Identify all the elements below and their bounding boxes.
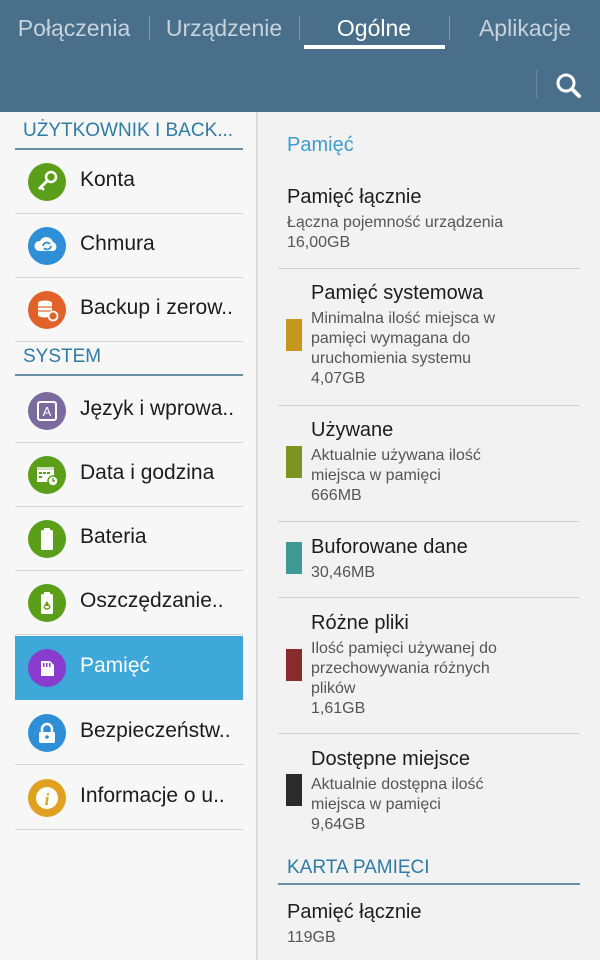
card-total-row: Pamięć łącznie 119GB	[287, 901, 587, 948]
sidebar-item-backup[interactable]: Backup i zerow..	[15, 278, 243, 342]
sidebar-item-label: Bezpieczeństw..	[80, 719, 231, 742]
misc-files-description-line: plików	[311, 680, 356, 697]
misc-files-description-line: Ilość pamięci używanej do	[311, 640, 497, 657]
sidebar-item-cloud[interactable]: Chmura	[15, 214, 243, 278]
storage-total-row: Pamięć łącznie Łączna pojemność urządzen…	[287, 186, 587, 253]
storage-total-value: 16,00GB	[287, 234, 351, 251]
top-bar: Połączenia Urządzenie Ogólne Aplikacje	[0, 0, 600, 112]
tab-bar: Połączenia Urządzenie Ogólne Aplikacje	[0, 0, 600, 56]
search-button[interactable]	[544, 66, 592, 104]
sidebar-item-power-saving[interactable]: Oszczędzanie..	[15, 571, 243, 635]
system-memory-description-line: Minimalna ilość miejsca w	[311, 310, 496, 327]
search-divider	[536, 70, 537, 98]
available-space-heading: Dostępne miejsce	[311, 748, 470, 770]
sidebar-item-label: Informacje o u..	[80, 784, 225, 807]
row-divider	[278, 521, 579, 522]
battery-icon	[28, 520, 66, 558]
system-memory-value: 4,07GB	[311, 370, 366, 387]
available-space-description-line: Aktualnie dostępna ilość	[311, 776, 484, 793]
sidebar-item-label: Backup i zerow..	[80, 296, 233, 319]
language-icon: A	[28, 392, 66, 430]
misc-files-description-line: przechowywania różnych	[311, 660, 490, 677]
used-color-swatch	[286, 446, 302, 478]
system-memory-description-line: pamięci wymagana do	[311, 330, 471, 347]
tab-device[interactable]: Urządzenie	[150, 0, 298, 56]
search-icon	[556, 73, 581, 98]
used-description-line: Aktualnie używana ilość	[311, 447, 481, 464]
available-space-color-swatch	[286, 774, 302, 806]
used-value: 666MB	[311, 487, 362, 504]
sidebar-item-about[interactable]: i Informacje o u..	[15, 766, 243, 830]
sidebar-item-storage[interactable]: Pamięć	[15, 636, 243, 700]
misc-files-heading: Różne pliki	[311, 612, 409, 634]
backup-icon	[28, 291, 66, 329]
section-title: SYSTEM	[23, 346, 102, 367]
row-divider	[278, 597, 579, 598]
power-saving-icon	[28, 584, 66, 622]
section-title: KARTA PAMIĘCI	[287, 857, 430, 878]
tab-connections[interactable]: Połączenia	[0, 0, 148, 56]
storage-panel: Pamięć Pamięć łącznie Łączna pojemność u…	[258, 112, 600, 960]
section-header-user-backup: UŻYTKOWNIK I BACK...	[15, 116, 243, 150]
sd-card-icon	[28, 649, 66, 687]
sidebar-item-date-time[interactable]: Data i godzina	[15, 443, 243, 507]
row-divider	[278, 405, 579, 406]
section-title: UŻYTKOWNIK I BACK...	[23, 120, 234, 141]
sidebar: UŻYTKOWNIK I BACK... Konta Chmura Backup…	[0, 112, 256, 960]
misc-files-value: 1,61GB	[311, 700, 366, 717]
row-divider	[278, 733, 579, 734]
misc-files-color-swatch	[286, 649, 302, 681]
row-divider	[278, 268, 579, 269]
used-row[interactable]: Używane Aktualnie używana ilość miejsca …	[311, 419, 600, 506]
available-space-row[interactable]: Dostępne miejsce Aktualnie dostępna iloś…	[311, 748, 600, 835]
info-icon: i	[28, 779, 66, 817]
used-heading: Używane	[311, 419, 394, 441]
sidebar-item-label: Chmura	[80, 232, 155, 255]
system-memory-row[interactable]: Pamięć systemowa Minimalna ilość miejsca…	[311, 282, 600, 389]
calendar-clock-icon	[28, 456, 66, 494]
sidebar-item-label: Język i wprowa..	[80, 397, 235, 420]
available-space-value: 9,64GB	[311, 816, 366, 833]
used-description-line: miejsca w pamięci	[311, 467, 441, 484]
svg-text:A: A	[43, 404, 52, 419]
svg-text:i: i	[45, 790, 50, 809]
misc-files-row[interactable]: Różne pliki Ilość pamięci używanej do pr…	[311, 612, 600, 719]
section-header-memory-card: KARTA PAMIĘCI	[278, 855, 580, 885]
card-total-heading: Pamięć łącznie	[287, 901, 422, 923]
cloud-sync-icon	[28, 227, 66, 265]
sidebar-item-label: Konta	[80, 168, 135, 191]
sidebar-item-language[interactable]: A Język i wprowa..	[15, 379, 243, 443]
system-memory-heading: Pamięć systemowa	[311, 282, 484, 304]
tab-applications[interactable]: Aplikacje	[450, 0, 600, 56]
active-tab-indicator	[304, 45, 445, 49]
sidebar-item-label: Oszczędzanie..	[80, 589, 224, 612]
storage-total-heading: Pamięć łącznie	[287, 186, 422, 208]
section-header-system: SYSTEM	[15, 342, 243, 376]
cached-data-row[interactable]: Buforowane dane 30,46MB	[311, 536, 600, 583]
sidebar-item-label: Data i godzina	[80, 461, 215, 484]
sidebar-item-accounts[interactable]: Konta	[15, 150, 243, 214]
system-memory-color-swatch	[286, 319, 302, 351]
sidebar-item-label: Pamięć	[80, 654, 151, 677]
available-space-description-line: miejsca w pamięci	[311, 796, 441, 813]
lock-icon	[28, 714, 66, 752]
system-memory-description-line: uruchomienia systemu	[311, 350, 472, 367]
page-title: Pamięć	[287, 134, 354, 156]
sidebar-item-battery[interactable]: Bateria	[15, 507, 243, 571]
storage-total-description: Łączna pojemność urządzenia	[287, 214, 504, 231]
key-icon	[28, 163, 66, 201]
sidebar-item-security[interactable]: Bezpieczeństw..	[15, 701, 243, 765]
cached-data-color-swatch	[286, 542, 302, 574]
card-total-value: 119GB	[287, 929, 336, 946]
cached-data-value: 30,46MB	[311, 564, 376, 581]
cached-data-heading: Buforowane dane	[311, 536, 468, 558]
sidebar-item-label: Bateria	[80, 525, 147, 548]
